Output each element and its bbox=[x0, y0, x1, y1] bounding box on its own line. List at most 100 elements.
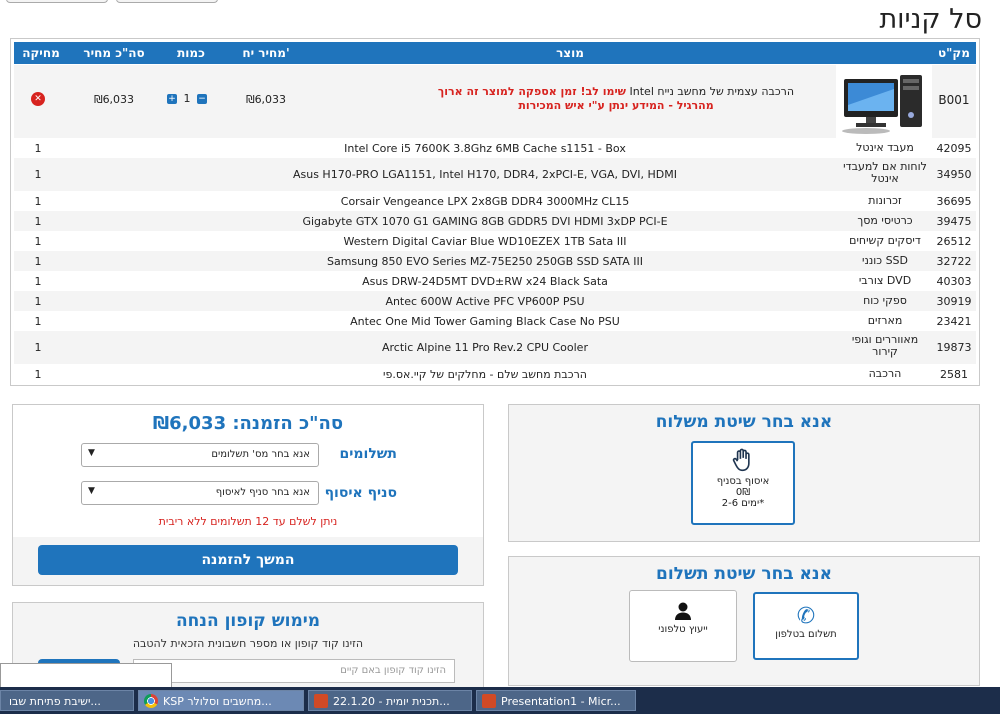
row-sku: 23421 bbox=[936, 315, 972, 328]
row-category: כרטיסי מסך bbox=[857, 214, 913, 227]
main-product-title[interactable]: הרכבה עצמית של מחשב נייח Intel bbox=[630, 85, 795, 98]
payments-select[interactable]: אנא בחר מס' תשלומים ▼ bbox=[81, 443, 319, 467]
payment-title: אנא בחר שיטת תשלום bbox=[655, 564, 832, 584]
row-category: מעבד אינטל bbox=[856, 141, 914, 154]
chevron-down-icon: ▼ bbox=[88, 486, 95, 496]
taskbar-item-schedule-label: 22.1.20 - תכנית יומית... bbox=[333, 695, 450, 708]
row-sku: 42095 bbox=[936, 142, 972, 155]
row-category: הרכבה bbox=[868, 367, 902, 380]
row-product-name[interactable]: Arctic Alpine 11 Pro Rev.2 CPU Cooler bbox=[144, 341, 826, 354]
branch-select[interactable]: אנא בחר סניף לאיסוף ▼ bbox=[81, 481, 319, 505]
row-qty: 1 bbox=[34, 195, 42, 208]
phone-payment-option[interactable]: ✆ תשלום בטלפון bbox=[753, 592, 859, 660]
increase-qty-button[interactable]: + bbox=[167, 94, 177, 104]
header-qty: כמות bbox=[177, 46, 205, 60]
desktop-computer-icon bbox=[836, 65, 932, 138]
order-footer: המשך להזמנה bbox=[13, 537, 483, 585]
row-qty: 1 bbox=[34, 315, 42, 328]
cart-row: 39475 כרטיסי מסך Gigabyte GTX 1070 G1 GAMI… bbox=[14, 211, 976, 231]
top-button-right[interactable] bbox=[116, 0, 218, 3]
row-sku: 19873 bbox=[936, 341, 972, 354]
cart-row: 42095 מעבד אינטל Intel Core i5 7600K 3.8Gh… bbox=[14, 138, 976, 158]
row-product-name[interactable]: Gigabyte GTX 1070 G1 GAMING 8GB GDDR5 DV… bbox=[144, 215, 826, 228]
row-product-name[interactable]: Antec 600W Active PFC VP600P PSU bbox=[144, 295, 826, 308]
row-qty: 1 bbox=[34, 368, 42, 381]
row-qty: 1 bbox=[34, 341, 42, 354]
row-category: לוחות אם למעבדי אינטל bbox=[843, 160, 927, 185]
cart-main-row: B001 הרכבה עצמית של מחשב נייח Intel שימו… bbox=[14, 65, 976, 138]
order-summary-panel: סה"כ הזמנה: ₪6,033 תשלומים אנא בחר מס' ת… bbox=[12, 404, 484, 586]
row-product-name[interactable]: הרכבת מחשב שלם - מחלקים של קיי.אס.פי bbox=[144, 368, 826, 381]
page-title: סל קניות bbox=[879, 4, 982, 35]
pickup-label: איסוף בסניף bbox=[716, 476, 770, 487]
phone-consult-option[interactable]: ייעוץ טלפוני bbox=[629, 590, 737, 662]
row-category: דיסקים קשיחים bbox=[849, 234, 921, 247]
cart-row: 34950 לוחות אם למעבדי אינטל Asus H170-PRO … bbox=[14, 158, 976, 191]
row-category: כונני SSD bbox=[861, 254, 909, 267]
phone-payment-label: תשלום בטלפון bbox=[775, 629, 837, 640]
shipping-method-panel: אנא בחר שיטת משלוח איסוף בסניף 0₪ 2-6 ימ… bbox=[508, 404, 980, 542]
row-product-name[interactable]: Western Digital Caviar Blue WD10EZEX 1TB… bbox=[144, 235, 826, 248]
row-qty: 1 bbox=[34, 215, 42, 228]
branch-select-value: אנא בחר סניף לאיסוף bbox=[215, 487, 310, 498]
row-product-name[interactable]: Corsair Vengeance LPX 2x8GB DDR4 3000MHz… bbox=[144, 195, 826, 208]
chevron-down-icon: ▼ bbox=[88, 448, 95, 458]
taskbar-item-presentation[interactable]: Presentation1 - Micr... bbox=[476, 690, 636, 711]
cart-table: מק"ט מוצר מחיר יח' כמות סה"כ מחיר מחיקה … bbox=[10, 38, 980, 386]
qty-value: 1 bbox=[183, 92, 191, 105]
cart-row: 23421 מארזים Antec One Mid Tower Gaming Bl… bbox=[14, 311, 976, 331]
cart-table-header: מק"ט מוצר מחיר יח' כמות סה"כ מחיר מחיקה bbox=[14, 42, 976, 64]
header-delete: מחיקה bbox=[22, 46, 60, 60]
main-unit-price: ₪6,033 bbox=[245, 93, 287, 106]
row-sku: 2581 bbox=[940, 368, 968, 381]
header-unit-price: מחיר יח' bbox=[242, 46, 290, 60]
row-category: זכרונות bbox=[868, 194, 902, 207]
taskbar-item-presentation-label: Presentation1 - Micr... bbox=[501, 695, 621, 708]
header-sku: מק"ט bbox=[938, 46, 970, 60]
pickup-time: 2-6 ימים* bbox=[721, 498, 765, 509]
row-product-name[interactable]: Asus H170-PRO LGA1151, Intel H170, DDR4,… bbox=[144, 168, 826, 181]
user-icon bbox=[630, 601, 736, 624]
powerpoint-icon bbox=[314, 694, 328, 708]
row-product-name[interactable]: Antec One Mid Tower Gaming Black Case No… bbox=[144, 315, 826, 328]
cart-row: 30919 ספקי כוח Antec 600W Active PFC VP600… bbox=[14, 291, 976, 311]
row-qty: 1 bbox=[34, 295, 42, 308]
row-product-name[interactable]: Intel Core i5 7600K 3.8Ghz 6MB Cache s11… bbox=[144, 142, 826, 155]
row-qty: 1 bbox=[34, 142, 42, 155]
row-sku: 39475 bbox=[936, 215, 972, 228]
decrease-qty-button[interactable]: − bbox=[197, 94, 207, 104]
continue-order-button[interactable]: המשך להזמנה bbox=[38, 545, 458, 575]
delete-item-icon[interactable]: ✕ bbox=[31, 92, 45, 106]
header-total: סה"כ מחיר bbox=[83, 46, 145, 60]
pickup-option[interactable]: איסוף בסניף 0₪ 2-6 ימים* bbox=[691, 441, 795, 525]
branch-label: סניף איסוף bbox=[324, 485, 397, 501]
main-product-name[interactable]: הרכבה עצמית של מחשב נייח Intel שימו לב! … bbox=[426, 85, 806, 113]
cart-row: 32722 כונני SSD Samsung 850 EVO Series MZ-… bbox=[14, 251, 976, 271]
pickup-price: 0₪ bbox=[735, 487, 751, 498]
chrome-icon bbox=[144, 694, 158, 708]
row-sku: 34950 bbox=[936, 168, 972, 181]
row-sku: 30919 bbox=[936, 295, 972, 308]
order-total: סה"כ הזמנה: ₪6,033 bbox=[152, 413, 344, 434]
row-sku: 32722 bbox=[936, 255, 972, 268]
row-category: צורבי DVD bbox=[858, 274, 912, 287]
main-sku: B001 bbox=[938, 93, 970, 107]
taskbar-item-schedule[interactable]: 22.1.20 - תכנית יומית... bbox=[308, 690, 472, 711]
phone-consult-label: ייעוץ טלפוני bbox=[658, 624, 708, 635]
row-sku: 36695 bbox=[936, 195, 972, 208]
coupon-input[interactable]: הזינו קוד קופון באם קיים bbox=[133, 659, 455, 683]
row-category: ספקי כוח bbox=[863, 294, 907, 307]
row-product-name[interactable]: Asus DRW-24D5MT DVD±RW x24 Black Sata bbox=[144, 275, 826, 288]
cart-row: 19873 מאווררים וגופי קירור Arctic Alpine 1… bbox=[14, 331, 976, 364]
quantity-stepper: + 1 − bbox=[164, 92, 210, 105]
taskbar-item-meeting[interactable]: ישיבת פתיחת שבו... bbox=[0, 690, 134, 711]
installments-note: ניתן לשלם עד 12 תשלומים ללא ריבית bbox=[158, 515, 338, 528]
row-sku: 26512 bbox=[936, 235, 972, 248]
row-qty: 1 bbox=[34, 235, 42, 248]
cart-row: 40303 צורבי DVD Asus DRW-24D5MT DVD±RW x24… bbox=[14, 271, 976, 291]
row-product-name[interactable]: Samsung 850 EVO Series MZ-75E250 250GB S… bbox=[144, 255, 826, 268]
top-button-left[interactable] bbox=[6, 0, 108, 3]
header-product: מוצר bbox=[556, 46, 584, 60]
taskbar-item-browser[interactable]: KSP מחשבים וסלולר... bbox=[138, 690, 304, 711]
cart-row: 26512 דיסקים קשיחים Western Digital Caviar… bbox=[14, 231, 976, 251]
